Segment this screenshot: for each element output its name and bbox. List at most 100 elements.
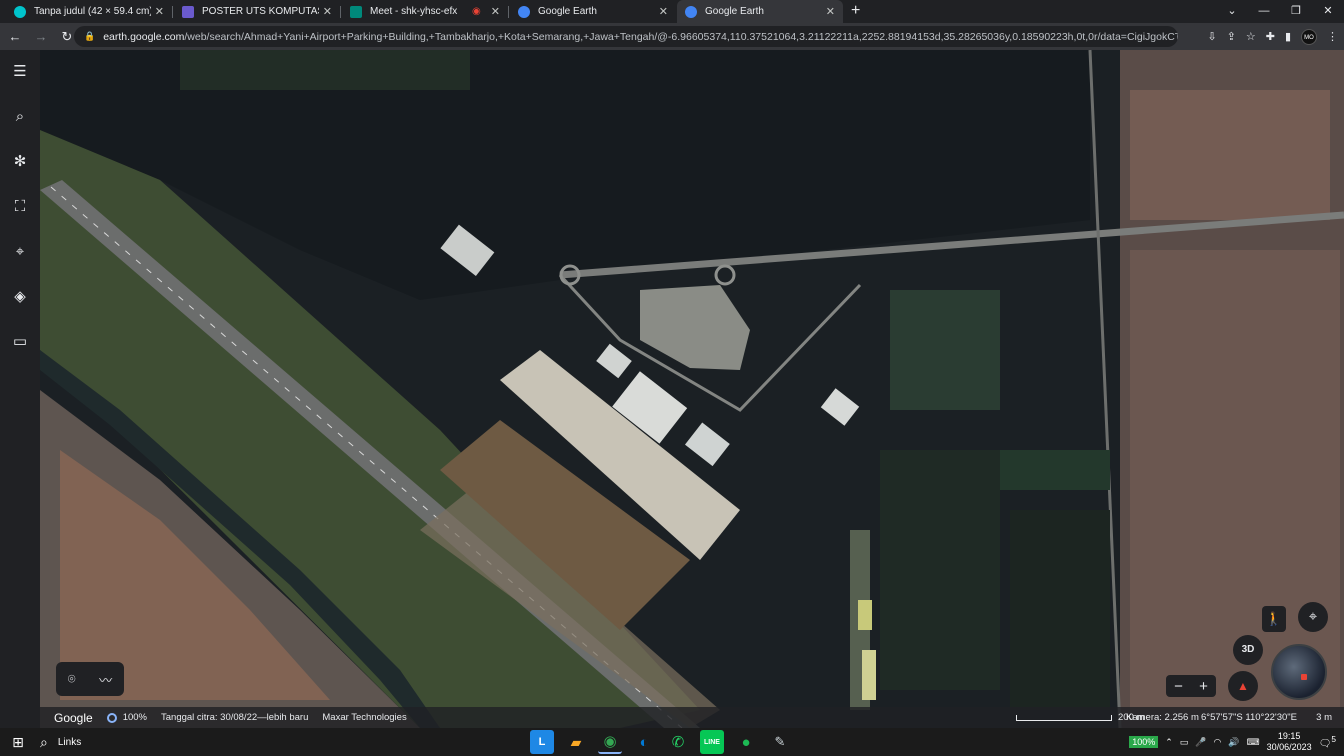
zoom-level-icon <box>106 712 117 723</box>
clock-time: 19:15 <box>1277 731 1301 741</box>
install-app-icon[interactable]: ⇩ <box>1207 30 1216 43</box>
tab-divider <box>340 6 341 18</box>
notification-count: 5 <box>1331 734 1336 745</box>
taskbar-search[interactable]: ⌕ Links <box>40 734 81 751</box>
zoom-level: 100% <box>122 712 148 723</box>
satellite-imagery[interactable] <box>0 50 1344 728</box>
tab-search-chevron-icon[interactable]: ⌄ <box>1216 0 1248 23</box>
projects-icon[interactable]: ⛶ <box>8 195 32 219</box>
extensions-puzzle-icon[interactable]: ✚ <box>1266 30 1275 43</box>
more-menu-icon[interactable]: ⋮ <box>1327 30 1338 43</box>
tab-title: Google Earth <box>705 6 764 17</box>
battery-icon[interactable]: ▭ <box>1180 737 1189 748</box>
new-tab-button[interactable]: + <box>851 2 860 20</box>
app-badge-icon[interactable]: ✎ <box>768 730 792 754</box>
toolbar-actions: ⇩ ⇪ ☆ ✚ ▮ MO ⋮ <box>1207 26 1338 47</box>
browser-toolbar: ← → ↻ 🔒 earth.google.com/web/search/Ahma… <box>0 23 1344 50</box>
tab-title: Tanpa judul (42 × 59.4 cm) - 42 × <box>34 6 151 17</box>
clock-date: 30/06/2023 <box>1266 742 1312 752</box>
whatsapp-icon[interactable]: ✆ <box>666 730 690 754</box>
my-location-icon[interactable]: ⌖ <box>1298 602 1328 632</box>
earth-left-toolbar: ☰ ⌕ ✻ ⛶ ⌖ ◈ ▭ <box>0 50 40 728</box>
add-placemark-icon[interactable]: ⌾ <box>68 671 76 687</box>
poster-favicon-icon <box>182 5 194 18</box>
forward-arrow-icon[interactable]: → <box>30 29 52 44</box>
zoom-controls: − + <box>1166 675 1216 697</box>
zoom-out-button[interactable]: − <box>1174 678 1183 695</box>
edge-icon[interactable]: ◐ <box>632 730 656 754</box>
window-controls: ⌄ — ❐ ✕ <box>1216 0 1344 23</box>
camera-altitude: Kamera: 2.256 m <box>1126 712 1199 723</box>
mangrove-patch <box>180 50 470 90</box>
tab-poster[interactable]: POSTER UTS KOMPUTASI - Poster ✕ <box>174 0 340 23</box>
back-arrow-icon[interactable]: ← <box>4 29 26 44</box>
close-window-icon[interactable]: ✕ <box>1312 0 1344 23</box>
compass-icon[interactable]: ▲ <box>1228 671 1258 701</box>
tab-google-earth-2[interactable]: Google Earth ✕ <box>677 0 843 23</box>
search-icon[interactable]: ⌕ <box>8 105 32 129</box>
meet-favicon-icon <box>350 5 362 18</box>
restore-icon[interactable]: ❐ <box>1280 0 1312 23</box>
notifications-icon[interactable]: 🗨5 <box>1319 734 1336 749</box>
line-icon[interactable]: LINE <box>700 730 724 754</box>
close-icon[interactable]: ✕ <box>826 5 835 18</box>
tab-meet[interactable]: Meet - shk-yhsc-efx ◉ ✕ <box>342 0 508 23</box>
voyager-icon[interactable]: ✻ <box>8 150 32 174</box>
bookmark-star-icon[interactable]: ☆ <box>1246 30 1256 43</box>
system-tray: 100% ⌃ ▭ 🎤 ◠ 🔊 ⌨ 19:15 30/06/2023 🗨5 <box>1129 728 1336 756</box>
tab-title: POSTER UTS KOMPUTASI - Poster <box>202 6 319 17</box>
battery-percentage[interactable]: 100% <box>1129 736 1159 748</box>
places-icon[interactable]: ⌖ <box>8 240 32 264</box>
side-panel-icon[interactable]: ▮ <box>1285 30 1291 43</box>
imagery-provider: Maxar Technologies <box>322 712 407 723</box>
minimize-icon[interactable]: — <box>1248 0 1280 23</box>
recording-indicator-icon: ◉ <box>472 6 481 17</box>
imagery-date[interactable]: Tanggal citra: 30/08/22—lebih baru <box>161 712 308 723</box>
lock-icon[interactable]: 🔒 <box>84 31 95 42</box>
file-explorer-icon[interactable]: ▰ <box>564 730 588 754</box>
close-icon[interactable]: ✕ <box>659 5 668 18</box>
url-path: /web/search/Ahmad+Yani+Airport+Parking+B… <box>184 30 1178 43</box>
view-indicator <box>1301 674 1307 680</box>
share-icon[interactable]: ⇪ <box>1227 30 1236 43</box>
measure-icon[interactable]: ▭ <box>8 330 32 354</box>
elevation: 3 m <box>1316 712 1332 723</box>
draw-path-icon[interactable]: 〰 <box>99 670 112 689</box>
microphone-icon[interactable]: 🎤 <box>1195 737 1206 748</box>
volume-icon[interactable]: 🔊 <box>1228 737 1239 748</box>
pegman-icon[interactable]: 🚶 <box>1262 606 1286 632</box>
tab-divider <box>508 6 509 18</box>
menu-icon[interactable]: ☰ <box>8 60 32 84</box>
app-l-icon[interactable]: L <box>530 730 554 754</box>
profile-avatar[interactable]: MO <box>1301 28 1317 45</box>
google-logo: Google <box>54 710 93 725</box>
layers-icon[interactable]: ◈ <box>8 285 32 309</box>
zoom-in-button[interactable]: + <box>1199 678 1208 695</box>
chrome-icon[interactable]: ◉ <box>598 730 622 754</box>
spotify-icon[interactable]: ● <box>734 730 758 754</box>
taskbar-apps: L ▰ ◉ ◐ ✆ LINE ● ✎ <box>530 730 792 754</box>
windows-start-icon[interactable]: ⊞ <box>0 734 36 751</box>
mini-globe[interactable] <box>1271 644 1327 700</box>
search-icon: ⌕ <box>40 733 48 750</box>
google-earth-viewport[interactable]: ☰ ⌕ ✻ ⛶ ⌖ ◈ ▭ ⌾ 〰 🚶 ⌖ 3D − + ▲ Google 10… <box>0 50 1344 728</box>
chevron-up-icon[interactable]: ⌃ <box>1165 737 1173 748</box>
tab-canva[interactable]: Tanpa judul (42 × 59.4 cm) - 42 × ✕ <box>6 0 172 23</box>
close-icon[interactable]: ✕ <box>155 5 164 18</box>
windows-taskbar: ⊞ ⌕ Links L ▰ ◉ ◐ ✆ LINE ● ✎ 100% ⌃ ▭ 🎤 … <box>0 728 1344 756</box>
canva-favicon-icon <box>14 5 26 18</box>
url-domain: earth.google.com <box>103 30 185 43</box>
taskbar-search-label: Links <box>57 736 82 748</box>
google-earth-favicon-icon <box>685 5 697 18</box>
close-icon[interactable]: ✕ <box>491 5 500 18</box>
language-icon[interactable]: ⌨ <box>1247 737 1260 748</box>
tab-title: Meet - shk-yhsc-efx <box>370 6 458 17</box>
close-icon[interactable]: ✕ <box>323 5 332 18</box>
url-text: earth.google.com/web/search/Ahmad+Yani+A… <box>103 31 1178 43</box>
tab-google-earth-1[interactable]: Google Earth ✕ <box>510 0 676 23</box>
wifi-icon[interactable]: ◠ <box>1214 737 1222 748</box>
clock[interactable]: 19:15 30/06/2023 <box>1267 731 1312 753</box>
toggle-3d-button[interactable]: 3D <box>1233 635 1263 665</box>
address-bar[interactable]: 🔒 earth.google.com/web/search/Ahmad+Yani… <box>74 26 1178 47</box>
tab-title: Google Earth <box>538 6 597 17</box>
